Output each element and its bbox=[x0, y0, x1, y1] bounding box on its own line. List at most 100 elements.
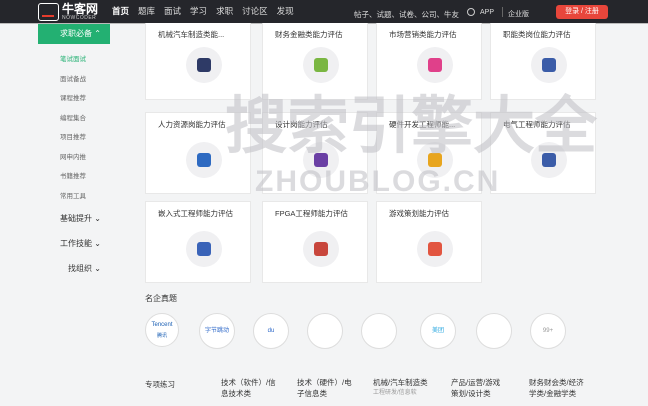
header-divider bbox=[502, 7, 503, 17]
assessment-card-title: 电气工程师能力评估 bbox=[503, 120, 571, 129]
company-label: 美团 bbox=[431, 328, 444, 334]
main-nav: 首页 题库 面试 学习 求职 讨论区 发现 bbox=[112, 0, 303, 23]
logo-name: 牛客网 bbox=[62, 1, 99, 16]
category-special[interactable]: 专项练习 bbox=[145, 379, 175, 390]
category-label: 专项练习 bbox=[145, 380, 175, 389]
sidebar-group-org[interactable]: 找组织 ⌄ bbox=[38, 256, 110, 281]
sidebar-item-coding[interactable]: 编程集合 bbox=[38, 109, 110, 129]
assessment-card[interactable]: FPGA工程师能力评估 bbox=[262, 201, 368, 283]
assessment-card-title: 嵌入式工程师能力评估 bbox=[158, 209, 233, 218]
company-label: 字节跳动 bbox=[204, 328, 229, 334]
company-logo[interactable]: Tencent 腾讯 bbox=[145, 313, 179, 347]
assessment-card[interactable]: 电气工程师能力评估 bbox=[490, 112, 596, 194]
assessment-card-title: 财务金融类能力评估 bbox=[275, 30, 343, 39]
search-icon[interactable] bbox=[467, 8, 475, 16]
enterprise-link[interactable]: 企业版 bbox=[508, 9, 529, 19]
top-navbar: 牛客网 NOWCODER 首页 题库 面试 学习 求职 讨论区 发现 帖子、试题… bbox=[0, 0, 648, 24]
pencil-ruler-icon bbox=[303, 142, 339, 178]
company-label: 99+ bbox=[542, 328, 554, 334]
hr-person-icon bbox=[186, 142, 222, 178]
sidebar-group-label: 工作技能 bbox=[60, 239, 92, 248]
company-logo[interactable] bbox=[476, 313, 512, 349]
sidebar-item-referrals[interactable]: 网申内推 bbox=[38, 148, 110, 168]
sidebar-item-interview-prep[interactable]: 面试备战 bbox=[38, 70, 110, 90]
embedded-chip-icon bbox=[186, 231, 222, 267]
bulb-flag-icon bbox=[417, 231, 453, 267]
nav-question-bank[interactable]: 题库 bbox=[138, 0, 155, 23]
category-mechanical[interactable]: 机械/汽车制造类 工程研发/信息软 bbox=[373, 377, 428, 399]
assessment-card[interactable]: 财务金融类能力评估 bbox=[262, 23, 368, 100]
sidebar-item-courses[interactable]: 课程推荐 bbox=[38, 89, 110, 109]
login-register-button[interactable]: 登录 / 注册 bbox=[556, 5, 608, 19]
chip-icon bbox=[417, 142, 453, 178]
nav-interview[interactable]: 面试 bbox=[164, 0, 181, 23]
nav-learn[interactable]: 学习 bbox=[190, 0, 207, 23]
assessment-card[interactable]: 设计岗能力评估 bbox=[262, 112, 368, 194]
category-product[interactable]: 产品/运营/游戏 策划/设计类 bbox=[451, 377, 500, 399]
search-input[interactable]: 帖子、试题、试卷、公司、牛友 bbox=[354, 9, 459, 20]
sidebar-group-basics[interactable]: 基础提升 ⌄ bbox=[38, 206, 110, 231]
logo-icon bbox=[38, 3, 59, 21]
assessment-card[interactable]: 职能类岗位能力评估 bbox=[490, 23, 596, 100]
assessment-card[interactable]: 机械汽车制造类能... bbox=[145, 23, 251, 100]
category-label-2: 息技术类 bbox=[221, 389, 251, 398]
sidebar-head-job-essentials[interactable]: 求职必备 ⌃ bbox=[38, 24, 110, 44]
assessment-card-title: 人力资源岗能力评估 bbox=[158, 120, 226, 129]
megaphone-icon bbox=[417, 47, 453, 83]
site-logo[interactable]: 牛客网 NOWCODER bbox=[38, 3, 98, 21]
company-label: du bbox=[267, 328, 275, 334]
category-hardware[interactable]: 技术（硬件）/电 子信息类 bbox=[297, 377, 352, 399]
assessment-card-title: 市场营销类能力评估 bbox=[389, 30, 457, 39]
category-label-2: 子信息类 bbox=[297, 389, 327, 398]
category-row: 专项练习 技术（软件）/信 息技术类 技术（硬件）/电 子信息类 机械/汽车制造类工… bbox=[145, 377, 615, 406]
nav-home[interactable]: 首页 bbox=[112, 0, 129, 23]
sidebar: 求职必备 ⌃ 笔试面试 面试备战 课程推荐 编程集合 项目推荐 网申内推 书籍推… bbox=[38, 24, 110, 281]
assessment-card[interactable]: 嵌入式工程师能力评估 bbox=[145, 201, 251, 283]
category-label-2: 学类/金融学类 bbox=[529, 389, 577, 398]
sidebar-group-skills[interactable]: 工作技能 ⌄ bbox=[38, 231, 110, 256]
company-logo[interactable]: 美团 bbox=[420, 313, 456, 349]
assessment-card-title: 游戏策划能力评估 bbox=[389, 209, 449, 218]
category-label: 技术（软件）/信 bbox=[221, 378, 276, 387]
sidebar-group-label: 找组织 bbox=[68, 264, 92, 273]
assessment-card-title: FPGA工程师能力评估 bbox=[275, 209, 348, 218]
company-section-title: 名企真题 bbox=[145, 294, 177, 303]
company-logo[interactable] bbox=[307, 313, 343, 349]
category-sub: 工程研发/信息软 bbox=[373, 390, 417, 396]
company-sublabel: 腾讯 bbox=[156, 333, 167, 339]
sidebar-item-written-test[interactable]: 笔试面试 bbox=[38, 50, 110, 70]
assessment-card[interactable]: 硬件开发工程师能... bbox=[376, 112, 482, 194]
assessment-card-title: 设计岗能力评估 bbox=[275, 120, 328, 129]
app-link[interactable]: APP bbox=[480, 9, 494, 16]
assessment-card-title: 硬件开发工程师能... bbox=[389, 120, 456, 129]
sidebar-item-books[interactable]: 书籍推荐 bbox=[38, 167, 110, 187]
chart-bar-icon bbox=[186, 47, 222, 83]
plug-icon bbox=[531, 142, 567, 178]
assessment-card-title: 机械汽车制造类能... bbox=[158, 30, 225, 39]
company-logo[interactable]: 字节跳动 bbox=[199, 313, 235, 349]
fpga-tree-icon bbox=[303, 231, 339, 267]
assessment-card-title: 职能类岗位能力评估 bbox=[503, 30, 571, 39]
nav-jobs[interactable]: 求职 bbox=[216, 0, 233, 23]
company-label: Tencent bbox=[151, 322, 173, 328]
sidebar-item-tools[interactable]: 常用工具 bbox=[38, 187, 110, 207]
category-finance[interactable]: 财务财会类/经济 学类/金融学类 bbox=[529, 377, 584, 399]
assessment-card[interactable]: 游戏策划能力评估 bbox=[376, 201, 482, 283]
yen-card-icon bbox=[303, 47, 339, 83]
category-software[interactable]: 技术（软件）/信 息技术类 bbox=[221, 377, 276, 399]
assessment-card[interactable]: 市场营销类能力评估 bbox=[376, 23, 482, 100]
logo-sub: NOWCODER bbox=[62, 14, 97, 21]
company-logo[interactable]: du bbox=[253, 313, 289, 349]
company-logo[interactable]: 99+ bbox=[530, 313, 566, 349]
nav-discuss[interactable]: 讨论区 bbox=[242, 0, 268, 23]
assessment-card[interactable]: 人力资源岗能力评估 bbox=[145, 112, 251, 194]
category-label-2: 策划/设计类 bbox=[451, 389, 491, 398]
category-label: 产品/运营/游戏 bbox=[451, 378, 501, 387]
category-label: 机械/汽车制造类 bbox=[373, 378, 428, 387]
category-label: 技术（硬件）/电 bbox=[297, 378, 352, 387]
company-logo[interactable] bbox=[361, 313, 397, 349]
nav-discover[interactable]: 发现 bbox=[277, 0, 294, 23]
sidebar-head-label: 求职必备 bbox=[60, 29, 92, 38]
sidebar-group-label: 基础提升 bbox=[60, 214, 92, 223]
sidebar-item-projects[interactable]: 项目推荐 bbox=[38, 128, 110, 148]
